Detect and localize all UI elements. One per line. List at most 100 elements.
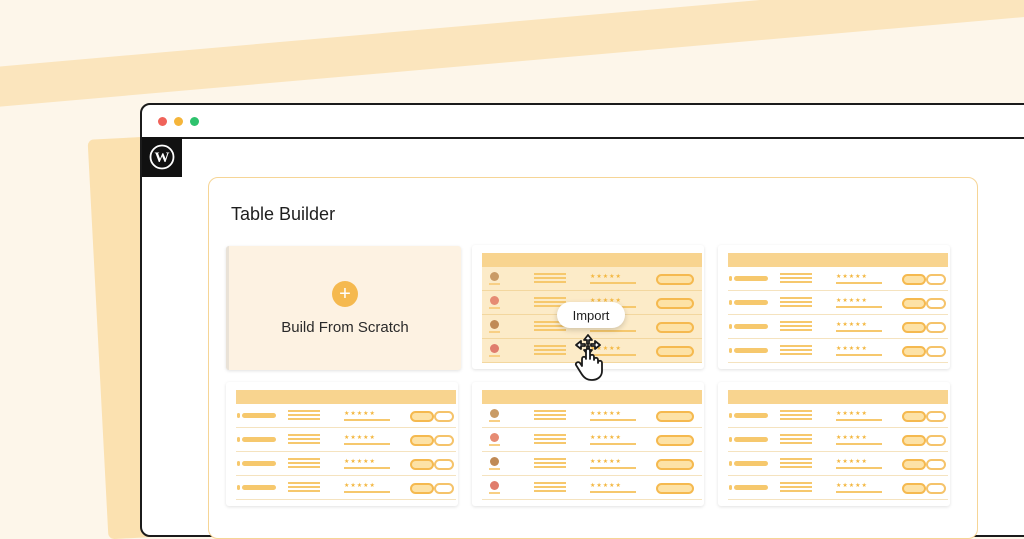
text-placeholder	[729, 348, 768, 353]
table-thumbnail: ★★★★★ ★★★★★ ★★★★★ ★★★★★	[236, 390, 456, 500]
button-placeholder	[656, 411, 694, 422]
minimize-window-dot[interactable]	[174, 117, 183, 126]
text-placeholder	[237, 485, 276, 490]
template-card[interactable]: ★★★★★ ★★★★★ ★★★★★ ★★★★★	[472, 382, 704, 506]
table-thumbnail-row: ★★★★★	[236, 452, 456, 476]
rating-stars-icon: ★★★★★	[344, 411, 390, 421]
text-placeholder	[729, 437, 768, 442]
text-lines-placeholder	[288, 410, 320, 422]
table-thumbnail-row: ★★★★★	[482, 476, 702, 500]
maximize-window-dot[interactable]	[190, 117, 199, 126]
table-thumbnail-row: ★★★★★	[482, 267, 702, 291]
text-lines-placeholder	[534, 458, 566, 470]
rating-stars-icon: ★★★★★	[836, 274, 882, 284]
table-thumbnail-row: ★★★★★	[728, 476, 948, 500]
svg-text:W: W	[155, 150, 170, 166]
table-thumbnail-header	[728, 253, 948, 267]
template-card[interactable]: ★★★★★ ★★★★★ ★★★★★ ★★★★★	[718, 382, 950, 506]
button-placeholder	[926, 483, 946, 494]
text-placeholder	[729, 413, 768, 418]
text-lines-placeholder	[288, 482, 320, 494]
rating-stars-icon: ★★★★★	[836, 483, 882, 493]
rating-stars-icon: ★★★★★	[836, 411, 882, 421]
text-lines-placeholder	[780, 321, 812, 333]
text-lines-placeholder	[534, 434, 566, 446]
wordpress-icon[interactable]: W	[142, 137, 182, 177]
text-lines-placeholder	[780, 482, 812, 494]
text-placeholder	[237, 437, 276, 442]
plus-icon: +	[332, 280, 358, 307]
avatar	[489, 409, 500, 422]
avatar	[489, 296, 500, 309]
button-placeholder	[434, 483, 454, 494]
button-placeholder	[656, 274, 694, 285]
button-placeholder	[656, 322, 694, 333]
table-thumbnail-row: ★★★★★	[728, 452, 948, 476]
button-placeholder	[656, 483, 694, 494]
background-stripe	[0, 0, 1024, 110]
text-lines-placeholder	[780, 297, 812, 309]
button-placeholder	[902, 483, 926, 494]
rating-stars-icon: ★★★★★	[344, 459, 390, 469]
text-lines-placeholder	[780, 345, 812, 357]
avatar	[489, 344, 500, 357]
button-placeholder	[434, 435, 454, 446]
table-thumbnail-header	[728, 390, 948, 404]
table-thumbnail-row: ★★★★★	[236, 428, 456, 452]
avatar	[489, 320, 500, 333]
button-placeholder	[902, 346, 926, 357]
text-placeholder	[729, 300, 768, 305]
table-thumbnail: ★★★★★ ★★★★★ ★★★★★ ★★★★★	[482, 390, 702, 500]
text-lines-placeholder	[780, 273, 812, 285]
import-button[interactable]: Import	[557, 302, 625, 328]
rating-stars-icon: ★★★★★	[590, 459, 636, 469]
table-thumbnail: ★★★★★ ★★★★★ ★★★★★ ★★★★★	[728, 253, 948, 363]
button-placeholder	[656, 346, 694, 357]
table-thumbnail-row: ★★★★★	[728, 339, 948, 363]
button-placeholder	[926, 274, 946, 285]
button-placeholder	[434, 411, 454, 422]
template-card[interactable]: ★★★★★ ★★★★★ ★★★★★ ★★★★★	[226, 382, 458, 506]
text-placeholder	[237, 413, 276, 418]
avatar	[489, 272, 500, 285]
button-placeholder	[926, 346, 946, 357]
table-thumbnail-row: ★★★★★	[728, 428, 948, 452]
button-placeholder	[926, 435, 946, 446]
button-placeholder	[902, 459, 926, 470]
template-card[interactable]: ★★★★★ ★★★★★ ★★★★★ ★★★★★	[718, 245, 950, 369]
button-placeholder	[410, 483, 434, 494]
avatar	[489, 433, 500, 446]
page-title: Table Builder	[231, 204, 336, 224]
button-placeholder	[926, 322, 946, 333]
rating-stars-icon: ★★★★★	[836, 346, 882, 356]
text-lines-placeholder	[780, 434, 812, 446]
table-thumbnail-row: ★★★★★	[482, 452, 702, 476]
table-thumbnail-row: ★★★★★	[728, 291, 948, 315]
button-placeholder	[410, 435, 434, 446]
rating-stars-icon: ★★★★★	[836, 322, 882, 332]
button-placeholder	[902, 274, 926, 285]
text-lines-placeholder	[780, 410, 812, 422]
text-lines-placeholder	[534, 345, 566, 357]
table-thumbnail-row: ★★★★★	[728, 315, 948, 339]
button-placeholder	[410, 411, 434, 422]
text-placeholder	[729, 461, 768, 466]
table-thumbnail-row: ★★★★★	[482, 428, 702, 452]
build-from-scratch-card[interactable]: + Build From Scratch	[226, 246, 461, 370]
button-placeholder	[656, 459, 694, 470]
hand-move-cursor-icon	[568, 333, 612, 386]
button-placeholder	[902, 322, 926, 333]
text-placeholder	[729, 324, 768, 329]
button-placeholder	[410, 459, 434, 470]
text-lines-placeholder	[534, 482, 566, 494]
button-placeholder	[656, 435, 694, 446]
rating-stars-icon: ★★★★★	[836, 435, 882, 445]
table-thumbnail-row: ★★★★★	[482, 404, 702, 428]
button-placeholder	[656, 298, 694, 309]
rating-stars-icon: ★★★★★	[344, 435, 390, 445]
rating-stars-icon: ★★★★★	[836, 459, 882, 469]
table-thumbnail-row: ★★★★★	[236, 476, 456, 500]
close-window-dot[interactable]	[158, 117, 167, 126]
button-placeholder	[926, 411, 946, 422]
text-lines-placeholder	[534, 273, 566, 285]
